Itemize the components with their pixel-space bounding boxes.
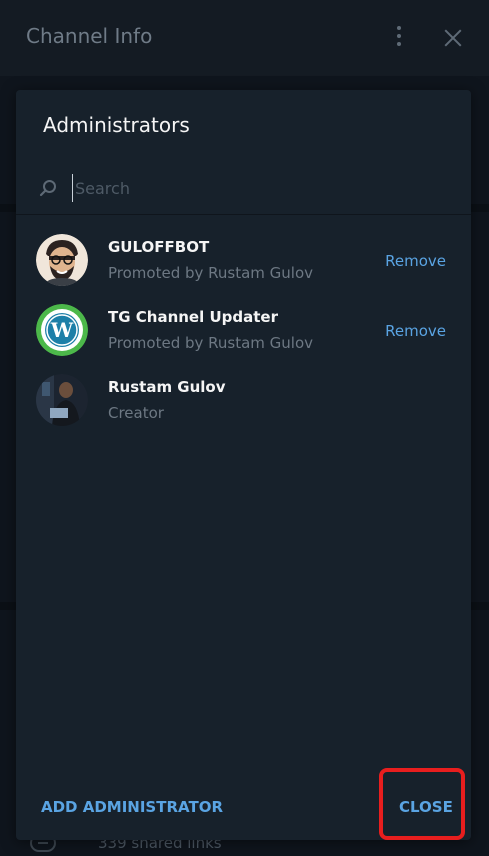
search-row (16, 168, 471, 215)
admin-subtitle: Promoted by Rustam Gulov (108, 334, 314, 352)
remove-button[interactable]: Remove (385, 322, 446, 340)
admin-name: GULOFFBOT (108, 238, 210, 256)
close-button[interactable]: CLOSE (379, 768, 465, 840)
admin-name: TG Channel Updater (108, 308, 278, 326)
admin-subtitle: Creator (108, 404, 164, 422)
remove-button[interactable]: Remove (385, 252, 446, 270)
wordpress-logo-avatar: W (36, 304, 88, 356)
photo-avatar (36, 374, 88, 426)
add-administrator-button[interactable]: ADD ADMINISTRATOR (41, 798, 223, 816)
search-input[interactable] (72, 174, 437, 202)
admin-name: Rustam Gulov (108, 378, 226, 396)
search-icon (38, 178, 58, 198)
more-options-icon[interactable] (389, 26, 409, 50)
close-icon[interactable] (441, 26, 465, 50)
svg-text:W: W (50, 318, 74, 342)
channel-info-window: Channel Info 339 shared links Administra… (0, 0, 489, 856)
admin-item[interactable]: W TG Channel Updater Promoted by Rustam … (16, 300, 471, 370)
admin-item[interactable]: Rustam Gulov Creator (16, 370, 471, 440)
admin-subtitle: Promoted by Rustam Gulov (108, 264, 314, 282)
dialog-title: Administrators (43, 113, 190, 137)
close-button-label[interactable]: CLOSE (399, 798, 453, 816)
administrators-dialog: Administrators Search GULOFFBOT Promoted… (16, 90, 471, 840)
header: Channel Info (0, 0, 489, 76)
header-title: Channel Info (26, 24, 153, 48)
cartoon-man-avatar (36, 234, 88, 286)
admin-item[interactable]: GULOFFBOT Promoted by Rustam Gulov Remov… (16, 230, 471, 300)
